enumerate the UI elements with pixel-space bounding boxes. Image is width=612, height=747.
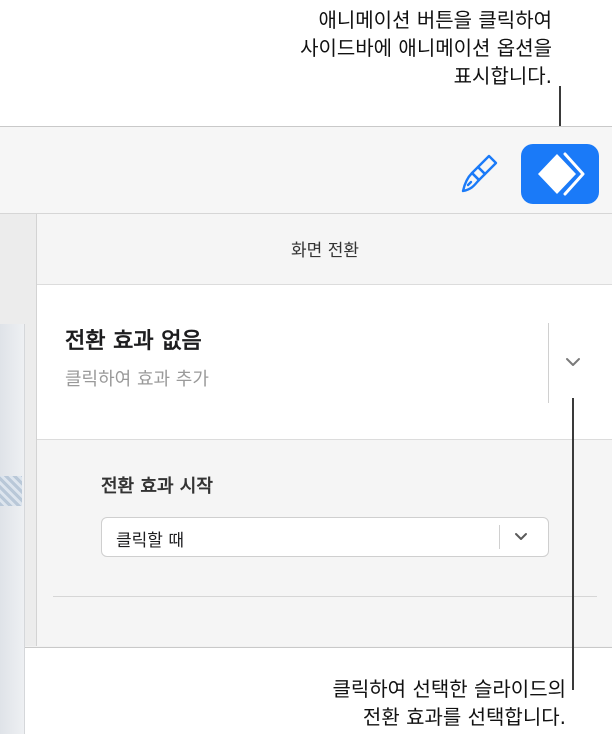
sidebar-title: 화면 전환 [291,241,359,261]
start-chevron [512,529,530,548]
start-transition-label: 전환 효과 시작 [101,476,213,497]
callout-line: 애니메이션 버튼을 클릭하여 [318,8,552,32]
effect-hint: 클릭하여 효과 추가 [65,369,209,390]
start-transition-dropdown[interactable]: 클릭할 때 [101,517,549,557]
divider [499,525,500,549]
paintbrush-icon [461,154,498,193]
transition-effect-selector[interactable]: 전환 효과 없음 클릭하여 효과 추가 [37,285,612,440]
callout-transition-menu: 클릭하여 선택한 슬라이드의 전환 효과를 선택합니다. [332,675,566,731]
toolbar [0,127,612,214]
callout-line: 전환 효과를 선택합니다. [362,705,566,729]
divider [548,323,549,403]
slide-edge [0,324,25,734]
slide-canvas[interactable] [0,214,36,734]
format-button[interactable] [455,149,503,197]
chevron-down-icon [515,533,527,540]
divider [53,596,597,597]
callout-animate-button: 애니메이션 버튼을 클릭하여 사이드바에 애니메이션 옵션을 표시합니다. [300,6,552,90]
callout-line: 클릭하여 선택한 슬라이드의 [332,677,566,701]
callout-line: 표시합니다. [453,64,552,88]
chevron-down-icon [566,358,580,366]
effect-chevron-button[interactable] [564,353,582,372]
slide-pattern [0,476,22,506]
effect-name: 전환 효과 없음 [65,329,202,354]
callout-leader-line-bottom [572,398,574,690]
animate-button[interactable] [521,144,599,204]
sidebar-header: 화면 전환 [37,214,612,285]
app-window: 화면 전환 전환 효과 없음 클릭하여 효과 추가 전환 효과 시작 클릭할 때 [0,126,612,734]
animate-sidebar: 화면 전환 전환 효과 없음 클릭하여 효과 추가 전환 효과 시작 클릭할 때 [36,214,612,646]
animate-diamond-icon [538,152,585,196]
callout-line: 사이드바에 애니메이션 옵션을 [300,36,552,60]
start-transition-value: 클릭할 때 [116,531,184,551]
